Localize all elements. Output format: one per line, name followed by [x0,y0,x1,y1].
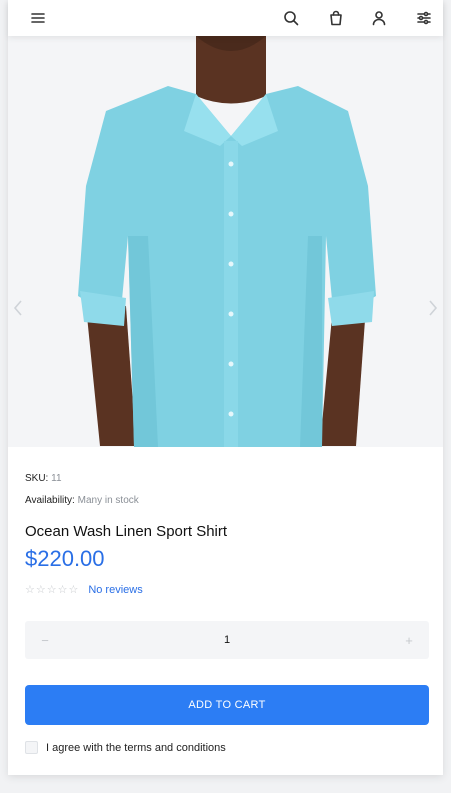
terms-checkbox[interactable] [25,741,38,754]
availability-label: Availability: [25,495,75,506]
terms-row: I agree with the terms and conditions [25,741,226,754]
quantity-input[interactable] [175,632,279,648]
sku-row: SKU: 11 [25,473,429,484]
terms-label: I agree with the terms and conditions [46,741,226,754]
rating-stars-icon: ☆☆☆☆☆ [25,584,80,596]
product-price: $220.00 [25,546,105,571]
availability-row: Availability: Many in stock [25,495,429,506]
gallery-next-arrow[interactable] [425,298,441,318]
hamburger-menu-icon[interactable] [28,8,48,28]
product-title: Ocean Wash Linen Sport Shirt [25,523,228,540]
search-icon[interactable] [281,8,301,28]
quantity-decrease-button[interactable]: − [35,630,55,650]
product-card: SKU: 11 Availability: Many in stock Ocea… [8,0,443,775]
shirt-product-image [78,36,376,447]
shopping-bag-icon[interactable] [326,8,346,28]
sliders-icon[interactable] [414,8,434,28]
add-to-cart-button[interactable]: ADD TO CART [25,685,429,725]
user-icon[interactable] [369,8,389,28]
reviews-link[interactable]: No reviews [88,584,142,596]
sku-value: 11 [51,473,62,484]
sku-label: SKU: [25,473,49,484]
quantity-stepper: − + [25,621,429,659]
availability-value: Many in stock [77,495,139,506]
product-image-gallery[interactable] [8,36,443,447]
quantity-increase-button[interactable]: + [399,630,419,650]
top-navigation-bar [8,0,443,36]
gallery-prev-arrow[interactable] [10,298,26,318]
reviews-row: ☆☆☆☆☆ No reviews [25,583,429,597]
